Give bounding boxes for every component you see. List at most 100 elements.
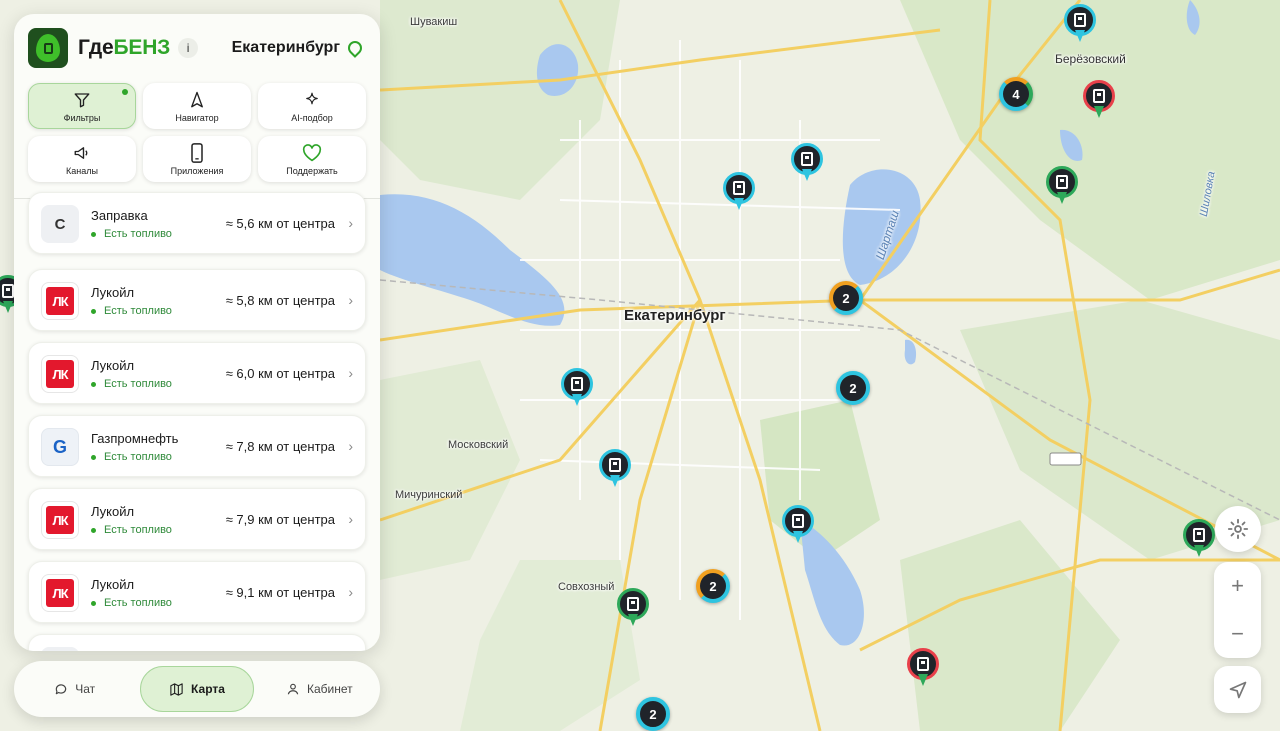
nav-account[interactable]: Кабинет bbox=[264, 666, 375, 712]
app-title-accent: БЕНЗ bbox=[113, 36, 171, 59]
station-logo bbox=[41, 647, 79, 651]
station-name: Газпромнефть bbox=[91, 431, 179, 446]
tile-navigator[interactable]: Навигатор bbox=[143, 83, 251, 129]
station-pin[interactable] bbox=[723, 172, 755, 214]
station-cluster[interactable]: 2 bbox=[636, 697, 670, 731]
tile-label: Навигатор bbox=[175, 112, 219, 123]
station-pin[interactable] bbox=[1046, 166, 1078, 208]
station-distance: ≈ 7,9 км от центра bbox=[225, 512, 335, 527]
tile-filters[interactable]: Фильтры bbox=[28, 83, 136, 129]
map-icon bbox=[170, 682, 183, 696]
lukoil-logo-mark: ЛК bbox=[46, 287, 74, 315]
station-pin[interactable] bbox=[617, 588, 649, 630]
chat-icon bbox=[55, 684, 67, 695]
chevron-right-icon: › bbox=[348, 365, 353, 381]
station-name: Заправка bbox=[91, 208, 148, 223]
info-button[interactable]: i bbox=[178, 38, 199, 58]
nav-label: Чат bbox=[75, 682, 96, 696]
nav-label: Карта bbox=[191, 682, 225, 696]
heart-icon bbox=[302, 143, 322, 161]
tile-label: Каналы bbox=[66, 165, 98, 176]
lukoil-logo: ЛК bbox=[41, 355, 79, 393]
station-card[interactable]: ЛК Лукойл Есть топливо ≈ 6,0 км от центр… bbox=[28, 342, 366, 404]
station-name: Лукойл bbox=[91, 577, 135, 592]
station-pin[interactable] bbox=[599, 449, 631, 491]
app-title-prefix: Где bbox=[78, 36, 114, 59]
station-card[interactable]: С Заправка Есть топливо ≈ 5,6 км от цент… bbox=[28, 192, 366, 254]
tile-label: Приложения bbox=[170, 165, 224, 176]
chevron-right-icon: › bbox=[348, 511, 353, 527]
megaphone-icon bbox=[74, 146, 88, 159]
location-pin-icon[interactable] bbox=[345, 38, 365, 58]
app-title: ГдеБЕНЗ bbox=[78, 36, 170, 60]
chevron-right-icon: › bbox=[348, 292, 353, 308]
gear-icon bbox=[1227, 518, 1249, 540]
station-status: Есть топливо bbox=[91, 451, 172, 463]
station-name: Лукойл bbox=[91, 504, 135, 519]
lukoil-logo-mark: ЛК bbox=[46, 579, 74, 607]
chevron-right-icon: › bbox=[348, 584, 353, 600]
lukoil-logo: ЛК bbox=[41, 574, 79, 612]
station-pin[interactable] bbox=[1064, 4, 1096, 46]
phone-icon bbox=[191, 142, 203, 163]
station-pin[interactable] bbox=[1183, 519, 1215, 561]
tile-label: AI-подбор bbox=[291, 112, 333, 123]
station-pin[interactable] bbox=[907, 648, 939, 690]
station-card[interactable]: ЛК Лукойл Есть топливо ≈ 7,9 км от центр… bbox=[28, 488, 366, 550]
map-label-city: Екатеринбург bbox=[624, 307, 726, 324]
station-status: Есть топливо bbox=[91, 524, 172, 536]
nav-chat[interactable]: Чат bbox=[19, 666, 130, 712]
tile-support[interactable]: Поддержать bbox=[258, 136, 366, 182]
nav-map[interactable]: Карта bbox=[140, 666, 254, 712]
station-card[interactable]: ЛК Лукойл Есть топливо ≈ 5,8 км от центр… bbox=[28, 269, 366, 331]
map-label-sovkhozny: Совхозный bbox=[558, 581, 615, 593]
gazpromneft-logo: G bbox=[41, 428, 79, 466]
filter-icon bbox=[74, 92, 90, 107]
station-pin[interactable] bbox=[561, 368, 593, 410]
map-settings-button[interactable] bbox=[1215, 506, 1261, 552]
chevron-right-icon: › bbox=[348, 438, 353, 454]
lukoil-logo: ЛК bbox=[41, 282, 79, 320]
station-status: Есть топливо bbox=[91, 378, 172, 390]
station-card[interactable] bbox=[28, 634, 366, 651]
navigation-arrow-icon bbox=[191, 91, 203, 107]
station-distance: ≈ 5,6 км от центра bbox=[225, 216, 335, 231]
tile-ai-select[interactable]: AI-подбор bbox=[258, 83, 366, 129]
city-selector[interactable]: Екатеринбург bbox=[232, 39, 340, 57]
station-cluster[interactable]: 2 bbox=[696, 569, 730, 603]
app-logo bbox=[28, 28, 68, 68]
chevron-right-icon: › bbox=[348, 215, 353, 231]
station-cluster[interactable]: 2 bbox=[829, 281, 863, 315]
locate-me-button[interactable] bbox=[1214, 666, 1261, 713]
station-distance: ≈ 6,0 км от центра bbox=[225, 366, 335, 381]
panel-header: ГдеБЕНЗ i Екатеринбург bbox=[28, 28, 365, 68]
map-label-moskovsky: Московский bbox=[448, 439, 509, 451]
zoom-out-button[interactable]: − bbox=[1214, 610, 1261, 658]
location-arrow-icon bbox=[1229, 681, 1246, 698]
lukoil-logo-mark: ЛК bbox=[46, 360, 74, 388]
zoom-in-button[interactable]: + bbox=[1214, 562, 1261, 610]
nav-label: Кабинет bbox=[307, 682, 353, 696]
station-cluster[interactable]: 4 bbox=[999, 77, 1033, 111]
station-pin[interactable] bbox=[782, 505, 814, 547]
bottom-nav: Чат Карта Кабинет bbox=[14, 661, 380, 717]
zoom-control: + − bbox=[1214, 562, 1261, 658]
station-card[interactable]: ЛК Лукойл Есть топливо ≈ 9,1 км от центр… bbox=[28, 561, 366, 623]
tile-channels[interactable]: Каналы bbox=[28, 136, 136, 182]
tile-apps[interactable]: Приложения bbox=[143, 136, 251, 182]
station-cluster[interactable]: 2 bbox=[836, 371, 870, 405]
sparkle-icon bbox=[306, 92, 318, 104]
station-status: Есть топливо bbox=[91, 597, 172, 609]
station-pin[interactable] bbox=[791, 143, 823, 185]
sidebar-panel: ГдеБЕНЗ i Екатеринбург Фильтры Навигатор… bbox=[14, 14, 380, 651]
map-label-berezovsky: Берёзовский bbox=[1055, 52, 1126, 66]
station-pin[interactable] bbox=[1083, 80, 1115, 122]
lukoil-logo-mark: ЛК bbox=[46, 506, 74, 534]
fuel-drop-icon bbox=[36, 34, 60, 62]
tile-label: Поддержать bbox=[286, 165, 338, 176]
station-status: Есть топливо bbox=[91, 305, 172, 317]
quick-actions: Фильтры Навигатор AI-подбор Каналы Прило… bbox=[28, 83, 366, 182]
station-status: Есть топливо bbox=[91, 228, 172, 240]
station-name: Лукойл bbox=[91, 358, 135, 373]
station-card[interactable]: G Газпромнефть Есть топливо ≈ 7,8 км от … bbox=[28, 415, 366, 477]
